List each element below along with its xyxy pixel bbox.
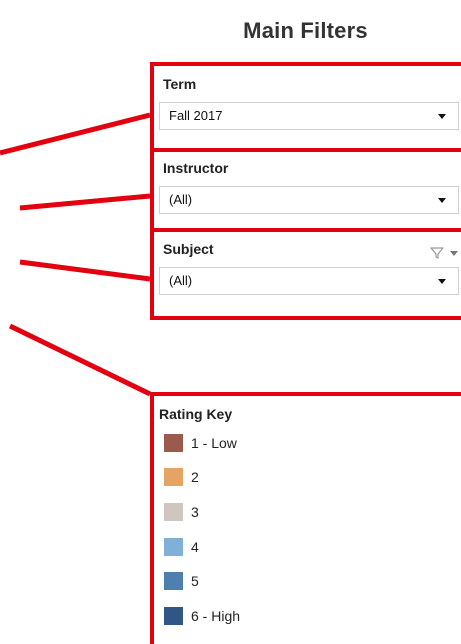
legend-swatch-1 [164, 434, 183, 452]
callout-line-subject [19, 259, 151, 282]
caret-down-icon[interactable] [450, 250, 458, 256]
subject-dropdown[interactable]: (All) [159, 267, 459, 295]
filter-group: Term Fall 2017 Instructor (All) Subject … [150, 62, 461, 320]
legend-label-6: 6 - High [191, 608, 241, 624]
instructor-dropdown[interactable]: (All) [159, 186, 459, 214]
callout-line-instructor [19, 193, 151, 211]
filter-card-subject: Subject (All) [154, 232, 461, 320]
legend-item-1: 1 - Low [164, 433, 237, 453]
legend-item-2: 2 [164, 467, 199, 487]
legend-item-3: 3 [164, 502, 199, 522]
instructor-filter-label: Instructor [163, 160, 229, 176]
instructor-dropdown-value: (All) [169, 192, 193, 207]
legend-item-6: 6 - High [164, 606, 240, 626]
callout-line-legend [8, 323, 152, 397]
rating-key-legend: Rating Key 1 - Low 2 3 4 5 6 - High [150, 392, 461, 644]
subject-filter-tools [430, 246, 458, 260]
legend-item-5: 5 [164, 571, 199, 591]
legend-label-1: 1 - Low [191, 435, 237, 451]
term-dropdown[interactable]: Fall 2017 [159, 102, 459, 130]
filter-card-term: Term Fall 2017 [154, 66, 461, 152]
legend-title: Rating Key [159, 406, 233, 422]
legend-swatch-3 [164, 503, 183, 521]
caret-down-icon[interactable] [438, 279, 446, 284]
legend-label-4: 4 [191, 539, 199, 555]
caret-down-icon[interactable] [438, 198, 446, 203]
caret-down-icon[interactable] [438, 114, 446, 119]
legend-swatch-4 [164, 538, 183, 556]
funnel-icon[interactable] [430, 246, 444, 260]
term-filter-label: Term [163, 76, 197, 92]
legend-label-3: 3 [191, 504, 199, 520]
legend-swatch-5 [164, 572, 183, 590]
legend-swatch-2 [164, 468, 183, 486]
legend-label-5: 5 [191, 573, 199, 589]
callout-line-term [0, 112, 151, 156]
term-dropdown-value: Fall 2017 [169, 108, 223, 123]
subject-dropdown-value: (All) [169, 273, 193, 288]
legend-item-4: 4 [164, 537, 199, 557]
subject-filter-label: Subject [163, 241, 214, 257]
filter-card-instructor: Instructor (All) [154, 152, 461, 232]
legend-swatch-6 [164, 607, 183, 625]
legend-label-2: 2 [191, 469, 199, 485]
